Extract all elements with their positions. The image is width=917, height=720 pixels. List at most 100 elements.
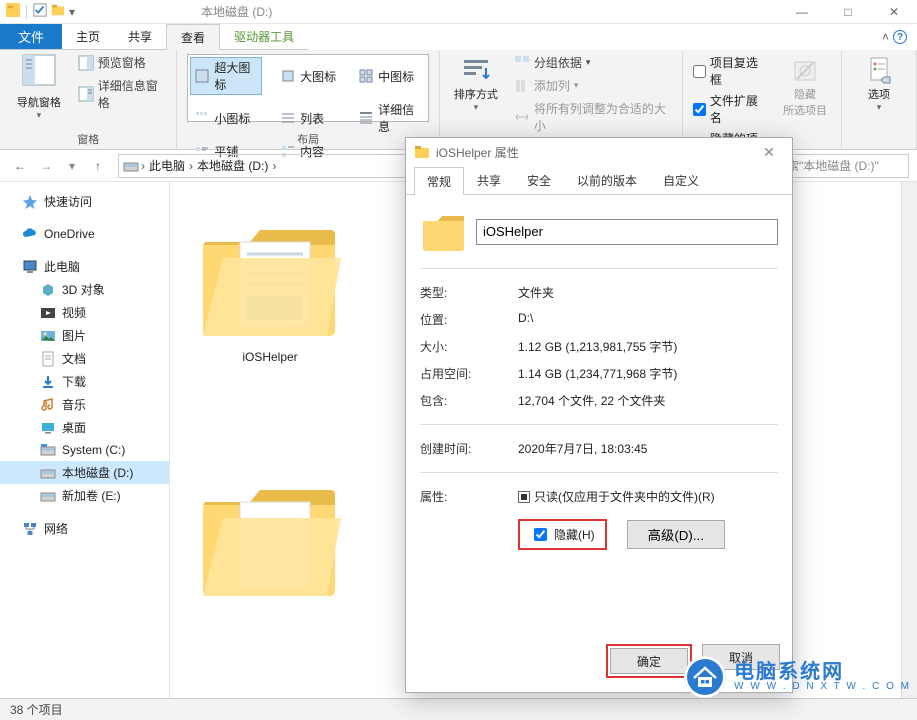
preview-pane-option[interactable]: 预览窗格 <box>78 54 167 71</box>
dialog-title: iOSHelper 属性 <box>436 144 519 161</box>
folder-ioshelper[interactable]: iOSHelper <box>190 212 350 364</box>
sidebar-system-c[interactable]: System (C:) <box>0 439 169 461</box>
label-attributes: 属性: <box>420 488 510 550</box>
tab-view[interactable]: 查看 <box>166 24 220 50</box>
chevron-down-icon: ▾ <box>877 102 882 113</box>
size-all-columns-option[interactable]: 将所有列调整为合适的大小 <box>514 100 672 134</box>
folder-icon <box>414 144 430 160</box>
minimize-button[interactable]: — <box>779 0 825 24</box>
maximize-button[interactable]: □ <box>825 0 871 24</box>
watermark-title: 电脑系统网 <box>734 662 911 682</box>
hidden-checkbox[interactable]: 隐藏(H) <box>518 519 607 550</box>
label-contains: 包含: <box>420 392 510 409</box>
item-checkboxes-toggle[interactable]: 项目复选框 <box>693 54 767 88</box>
dialog-close-button[interactable]: ✕ <box>754 144 784 161</box>
back-button[interactable]: ← <box>8 154 32 178</box>
advanced-button[interactable]: 高级(D)... <box>627 520 725 549</box>
tab-home[interactable]: 主页 <box>62 24 114 50</box>
ok-button-highlight: 确定 <box>606 644 692 678</box>
dialog-titlebar[interactable]: iOSHelper 属性 ✕ <box>406 138 792 166</box>
sidebar-pictures[interactable]: 图片 <box>0 324 169 347</box>
properties-dialog: iOSHelper 属性 ✕ 常规 共享 安全 以前的版本 自定义 类型: 文件夹… <box>405 137 793 693</box>
folder-name-input[interactable] <box>476 219 778 245</box>
sidebar-network[interactable]: 网络 <box>0 517 169 540</box>
close-button[interactable]: ✕ <box>871 0 917 24</box>
layout-large[interactable]: 大图标 <box>276 57 340 95</box>
sidebar-videos[interactable]: 视频 <box>0 301 169 324</box>
value-type: 文件夹 <box>518 284 778 301</box>
quick-access-toolbar: ▾ <box>0 3 81 20</box>
tab-drive-tools[interactable]: 驱动器工具 <box>220 24 308 50</box>
dialog-tab-sharing[interactable]: 共享 <box>464 166 514 194</box>
watermark: 电脑系统网 W W W . D N X T W . C O M <box>684 656 911 698</box>
breadcrumb-drive-d[interactable]: 本地磁盘 (D:) <box>195 157 270 174</box>
help-icon[interactable]: ? <box>893 30 907 44</box>
nav-pane-button[interactable]: 导航窗格 ▾ <box>10 54 68 121</box>
hide-selected-button[interactable]: 隐藏 所选项目 <box>779 54 831 118</box>
window-controls: — □ ✕ <box>779 0 917 24</box>
folder-icon[interactable] <box>51 3 65 20</box>
nav-pane-label: 导航窗格 <box>17 94 61 110</box>
ribbon-tabstrip: 文件 主页 共享 查看 驱动器工具 ˄ ? <box>0 24 917 50</box>
value-size: 1.12 GB (1,213,981,755 字节) <box>518 338 778 355</box>
tab-file[interactable]: 文件 <box>0 24 62 50</box>
readonly-checkbox[interactable]: 只读(仅应用于文件夹中的文件)(R) <box>518 488 778 505</box>
ok-button[interactable]: 确定 <box>610 648 688 674</box>
options-button[interactable]: 选项 ▾ <box>852 54 906 113</box>
sidebar-onedrive[interactable]: OneDrive <box>0 223 169 245</box>
label-type: 类型: <box>420 284 510 301</box>
breadcrumb-this-pc[interactable]: 此电脑 <box>147 157 187 174</box>
qat-overflow-icon[interactable]: ▾ <box>69 5 75 19</box>
forward-button[interactable]: → <box>34 154 58 178</box>
sidebar-quick-access[interactable]: 快速访问 <box>0 190 169 213</box>
dialog-tab-general[interactable]: 常规 <box>414 167 464 195</box>
tab-share[interactable]: 共享 <box>114 24 166 50</box>
vertical-scrollbar[interactable] <box>901 182 917 698</box>
chevron-down-icon: ▾ <box>474 102 479 113</box>
value-size-on-disk: 1.14 GB (1,234,771,968 字节) <box>518 365 778 382</box>
watermark-badge-icon <box>684 656 726 698</box>
qat-checkbox-icon[interactable] <box>33 3 47 20</box>
sidebar-this-pc[interactable]: 此电脑 <box>0 255 169 278</box>
ribbon-panel: 导航窗格 ▾ 预览窗格 详细信息窗格 窗格 超大图标 大图标 中图标 小图标 列… <box>0 50 917 150</box>
group-show-hide: 项目复选框 文件扩展名 隐藏的项目 隐藏 所选项目 <box>683 50 842 149</box>
layout-medium[interactable]: 中图标 <box>354 57 426 95</box>
window-title: 本地磁盘 (D:) <box>201 3 272 20</box>
group-by-option[interactable]: 分组依据▾ <box>514 54 672 71</box>
sidebar-desktop[interactable]: 桌面 <box>0 416 169 439</box>
up-button[interactable]: ↑ <box>86 154 110 178</box>
sidebar-local-d[interactable]: 本地磁盘 (D:) <box>0 461 169 484</box>
group-layout: 超大图标 大图标 中图标 小图标 列表 详细信息 平铺 内容 布局 <box>177 50 439 149</box>
label-location: 位置: <box>420 311 510 328</box>
navigation-tree[interactable]: 快速访问 OneDrive 此电脑 3D 对象 视频 图片 文档 下载 音乐 桌… <box>0 182 170 698</box>
details-pane-option[interactable]: 详细信息窗格 <box>78 77 167 111</box>
window-titlebar: ▾ 管理 本地磁盘 (D:) — □ ✕ <box>0 0 917 24</box>
sort-button[interactable]: 排序方式 ▾ <box>450 54 502 147</box>
layout-extra-large[interactable]: 超大图标 <box>190 57 262 95</box>
dialog-tab-previous[interactable]: 以前的版本 <box>564 166 650 194</box>
recent-locations-button[interactable]: ▾ <box>60 154 84 178</box>
group-layout-label: 布局 <box>187 131 428 147</box>
label-size-on-disk: 占用空间: <box>420 365 510 382</box>
sidebar-music[interactable]: 音乐 <box>0 393 169 416</box>
qat-divider <box>26 5 27 19</box>
status-item-count: 38 个项目 <box>10 701 63 718</box>
value-created: 2020年7月7日, 18:03:45 <box>518 440 778 457</box>
sidebar-3d-objects[interactable]: 3D 对象 <box>0 278 169 301</box>
folder-label: iOSHelper <box>242 350 297 364</box>
add-columns-option[interactable]: 添加列▾ <box>514 77 672 94</box>
status-bar: 38 个项目 <box>0 698 917 720</box>
sidebar-new-e[interactable]: 新加卷 (E:) <box>0 484 169 507</box>
sidebar-documents[interactable]: 文档 <box>0 347 169 370</box>
folder-generic[interactable] <box>190 472 350 602</box>
dialog-tabs: 常规 共享 安全 以前的版本 自定义 <box>406 166 792 195</box>
ribbon-help-area: ˄ ? <box>882 24 917 50</box>
dialog-tab-security[interactable]: 安全 <box>514 166 564 194</box>
ribbon-collapse-icon[interactable]: ˄ <box>882 30 889 44</box>
drive-icon <box>123 158 139 174</box>
sidebar-downloads[interactable]: 下载 <box>0 370 169 393</box>
file-extensions-toggle[interactable]: 文件扩展名 <box>693 92 767 126</box>
watermark-url: W W W . D N X T W . C O M <box>734 682 911 692</box>
dialog-tab-customize[interactable]: 自定义 <box>650 166 712 194</box>
label-created: 创建时间: <box>420 440 510 457</box>
